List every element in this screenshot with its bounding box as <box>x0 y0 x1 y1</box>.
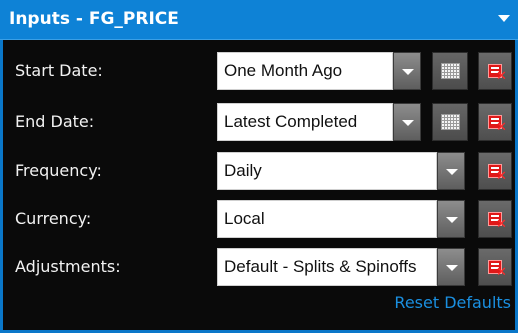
row-start-date: Start Date: One Month Ago ✕ <box>3 52 515 90</box>
frequency-clear-icon[interactable]: ✕ <box>478 152 512 190</box>
start-date-dropdown-icon[interactable] <box>393 52 421 90</box>
start-date-clear-icon[interactable]: ✕ <box>478 52 512 90</box>
currency-clear-icon[interactable]: ✕ <box>478 200 512 238</box>
adjustments-label: Adjustments: <box>15 257 121 276</box>
frequency-field[interactable]: Daily <box>217 152 437 190</box>
row-frequency: Frequency: Daily ✕ <box>3 152 515 190</box>
adjustments-dropdown-icon[interactable] <box>437 248 465 286</box>
chevron-down-icon[interactable] <box>498 15 510 22</box>
end-date-field[interactable]: Latest Completed <box>217 103 393 141</box>
currency-field[interactable]: Local <box>217 200 437 238</box>
frequency-dropdown-icon[interactable] <box>437 152 465 190</box>
end-date-clear-icon[interactable]: ✕ <box>478 103 512 141</box>
start-date-calendar-icon[interactable] <box>432 52 468 90</box>
end-date-dropdown-icon[interactable] <box>393 103 421 141</box>
panel-title: Inputs - FG_PRICE <box>9 9 179 29</box>
currency-dropdown-icon[interactable] <box>437 200 465 238</box>
frequency-label: Frequency: <box>15 161 102 180</box>
row-end-date: End Date: Latest Completed ✕ <box>3 103 515 141</box>
start-date-field[interactable]: One Month Ago <box>217 52 393 90</box>
start-date-label: Start Date: <box>15 61 103 80</box>
inputs-panel: Inputs - FG_PRICE Start Date: One Month … <box>0 0 518 333</box>
row-adjustments: Adjustments: Default - Splits & Spinoffs… <box>3 248 515 286</box>
row-currency: Currency: Local ✕ <box>3 200 515 238</box>
end-date-label: End Date: <box>15 112 95 131</box>
currency-label: Currency: <box>15 209 92 228</box>
panel-title-bar: Inputs - FG_PRICE <box>0 0 518 40</box>
adjustments-clear-icon[interactable]: ✕ <box>478 248 512 286</box>
reset-defaults-link[interactable]: Reset Defaults <box>394 293 511 312</box>
end-date-calendar-icon[interactable] <box>432 103 468 141</box>
adjustments-field[interactable]: Default - Splits & Spinoffs <box>217 248 437 286</box>
